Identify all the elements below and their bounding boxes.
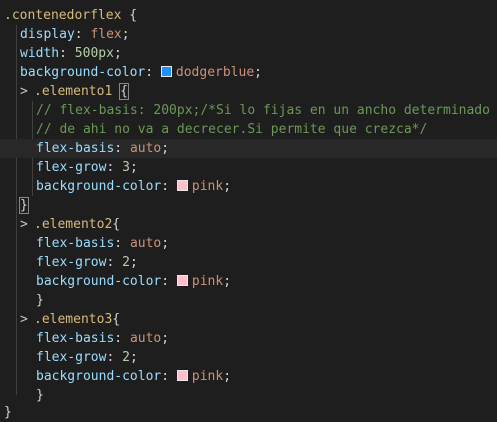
color-swatch-icon[interactable] (176, 370, 188, 381)
code-editor[interactable]: .contenedorflex { display: flex; width: … (0, 0, 497, 420)
css-selector: .contenedorflex (4, 8, 122, 23)
semicolon: ; (223, 369, 232, 384)
code-line: .contenedorflex { (4, 6, 137, 25)
semicolon: ; (129, 160, 138, 175)
previous-lines-cut (0, 0, 497, 5)
code-line: display: flex; (20, 25, 130, 44)
css-property: flex-grow (36, 350, 107, 365)
css-property: background-color (20, 65, 146, 80)
code-line: flex-basis: auto; (36, 329, 169, 348)
fold-chevron-icon[interactable]: > (20, 215, 34, 234)
colon: : (161, 274, 177, 289)
semicolon: ; (161, 331, 170, 346)
css-value: pink (191, 274, 224, 289)
colon: : (114, 236, 130, 251)
code-line: } (19, 196, 29, 215)
semicolon: ; (161, 236, 170, 251)
css-value: 2 (122, 255, 130, 270)
code-line: // de ahi no va a decrecer.Si permite qu… (36, 120, 427, 139)
colon: : (114, 141, 130, 156)
close-brace: } (36, 293, 44, 308)
css-property: background-color (36, 179, 162, 194)
color-swatch-icon[interactable] (176, 180, 188, 191)
css-property: flex-grow (36, 255, 107, 270)
open-brace: { (112, 312, 121, 327)
css-property: flex-basis (36, 331, 115, 346)
colon: : (106, 255, 123, 270)
css-property: flex-grow (36, 160, 107, 175)
colon: : (59, 46, 75, 61)
code-line: background-color: pink; (36, 177, 231, 196)
css-value: auto (129, 236, 162, 251)
code-line: flex-basis: auto; (36, 234, 169, 253)
current-line: flex-basis: auto; (0, 139, 497, 158)
css-property: background-color (36, 274, 162, 289)
css-selector: .elemento3 (34, 312, 113, 327)
code-comment: // flex-basis: 200px;/*Si lo fijas en un… (36, 103, 490, 118)
semicolon: ; (254, 65, 262, 80)
code-line: background-color: pink; (36, 367, 231, 386)
open-brace: { (119, 83, 129, 100)
code-line: background-color: dodgerblue; (20, 63, 262, 82)
close-brace: } (4, 405, 12, 420)
css-property: display (20, 27, 75, 42)
colon: : (161, 179, 177, 194)
css-value: flex (90, 27, 122, 42)
code-line: } (4, 403, 12, 422)
semicolon: ; (223, 274, 232, 289)
code-line: background-color: pink; (36, 272, 231, 291)
css-value: 3 (122, 160, 130, 175)
code-line: > .elemento1 { (20, 82, 129, 101)
close-brace: } (36, 388, 44, 403)
colon: : (114, 331, 130, 346)
colon: : (106, 350, 123, 365)
colon: : (106, 160, 123, 175)
css-value: dodgerblue (175, 65, 255, 80)
css-property: width (20, 46, 60, 61)
open-brace: { (112, 217, 121, 232)
code-line: > .elemento2{ (20, 215, 120, 234)
code-line: > .elemento3{ (20, 310, 120, 329)
color-swatch-icon[interactable] (160, 66, 172, 77)
colon: : (161, 369, 177, 384)
semicolon: ; (161, 141, 170, 156)
colon: : (145, 65, 161, 80)
close-brace: } (19, 197, 29, 214)
css-value: auto (129, 141, 162, 156)
code-line: } (36, 386, 44, 405)
code-line: width: 500px; (20, 44, 122, 63)
open-brace: { (121, 8, 138, 23)
code-line: flex-grow: 2; (36, 348, 138, 367)
fold-chevron-icon[interactable]: > (20, 82, 34, 101)
css-value: 500px (74, 46, 114, 61)
code-comment: // de ahi no va a decrecer.Si permite qu… (36, 122, 428, 137)
css-value: pink (191, 179, 224, 194)
semicolon: ; (113, 46, 122, 61)
css-value: pink (191, 369, 224, 384)
css-property: flex-basis (36, 141, 115, 156)
semicolon: ; (121, 27, 130, 42)
semicolon: ; (129, 255, 138, 270)
semicolon: ; (223, 179, 232, 194)
colon: : (74, 27, 91, 42)
indent-guide (16, 25, 17, 395)
code-line: flex-grow: 2; (36, 253, 138, 272)
css-value: auto (129, 331, 162, 346)
code-line: flex-grow: 3; (36, 158, 138, 177)
css-selector: .elemento2 (34, 217, 113, 232)
css-selector: .elemento1 (34, 84, 113, 99)
css-property: flex-basis (36, 236, 115, 251)
css-property: background-color (36, 369, 162, 384)
css-value: 2 (122, 350, 130, 365)
color-swatch-icon[interactable] (176, 275, 188, 286)
semicolon: ; (129, 350, 138, 365)
fold-chevron-icon[interactable]: > (20, 310, 34, 329)
code-line: // flex-basis: 200px;/*Si lo fijas en un… (36, 101, 490, 120)
code-line: } (36, 291, 44, 310)
